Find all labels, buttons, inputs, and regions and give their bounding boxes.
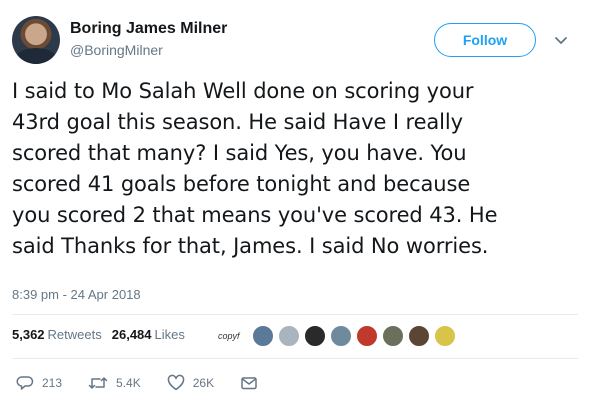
tweet-line: I said to Mo Salah Well done on scoring … <box>12 79 474 103</box>
tweet-line: said Thanks for that, James. I said No w… <box>12 234 489 258</box>
like-button[interactable]: 26K <box>167 374 214 392</box>
follow-button[interactable]: Follow <box>434 23 536 57</box>
tweet-card: Boring James Milner @BoringMilner Follow… <box>0 0 590 407</box>
retweets-count: 5,362 <box>12 327 45 342</box>
liker-avatar[interactable] <box>434 325 456 347</box>
like-count: 26K <box>192 376 215 390</box>
liker-avatar[interactable] <box>278 325 300 347</box>
tweet-text: I said to Mo Salah Well done on scoring … <box>12 76 580 262</box>
direct-message-icon <box>241 377 257 390</box>
tweet-timestamp[interactable]: 8:39 pm - 24 Apr 2018 <box>12 287 141 302</box>
retweet-count: 5.4K <box>116 376 141 390</box>
liker-avatars: copyf <box>218 325 460 347</box>
chevron-down-icon[interactable] <box>552 31 570 49</box>
divider <box>12 358 578 359</box>
tweet-actions: 213 5.4K 26K <box>16 374 292 392</box>
tweet-line: you scored 2 that means you've scored 43… <box>12 203 498 227</box>
engagement-stats: 5,362 Retweets 26,484 Likes <box>12 327 185 342</box>
liker-avatar[interactable] <box>330 325 352 347</box>
retweet-icon <box>88 377 108 389</box>
liker-avatar-text[interactable]: copyf <box>218 331 248 341</box>
direct-message-button[interactable] <box>240 374 266 392</box>
tweet-line: scored that many? I said Yes, you have. … <box>12 141 467 165</box>
likes-label: Likes <box>154 327 185 342</box>
liker-avatar[interactable] <box>408 325 430 347</box>
reply-count: 213 <box>42 376 63 390</box>
tweet-line: scored 41 goals before tonight and becau… <box>12 172 471 196</box>
like-icon <box>167 374 184 391</box>
tweet-line: 43rd goal this season. He said Have I re… <box>12 110 463 134</box>
liker-avatar[interactable] <box>304 325 326 347</box>
retweets-stat[interactable]: 5,362 Retweets <box>12 327 102 342</box>
avatar[interactable] <box>12 16 60 64</box>
reply-icon <box>16 376 34 390</box>
retweets-label: Retweets <box>47 327 102 342</box>
liker-avatar[interactable] <box>252 325 274 347</box>
author-name[interactable]: Boring James Milner <box>70 20 227 38</box>
divider <box>12 314 578 315</box>
liker-avatar[interactable] <box>356 325 378 347</box>
liker-avatar[interactable] <box>382 325 404 347</box>
author-handle[interactable]: @BoringMilner <box>70 42 163 58</box>
retweet-button[interactable]: 5.4K <box>88 374 141 392</box>
reply-button[interactable]: 213 <box>16 374 62 392</box>
likes-stat[interactable]: 26,484 Likes <box>112 327 185 342</box>
likes-count: 26,484 <box>111 327 152 342</box>
